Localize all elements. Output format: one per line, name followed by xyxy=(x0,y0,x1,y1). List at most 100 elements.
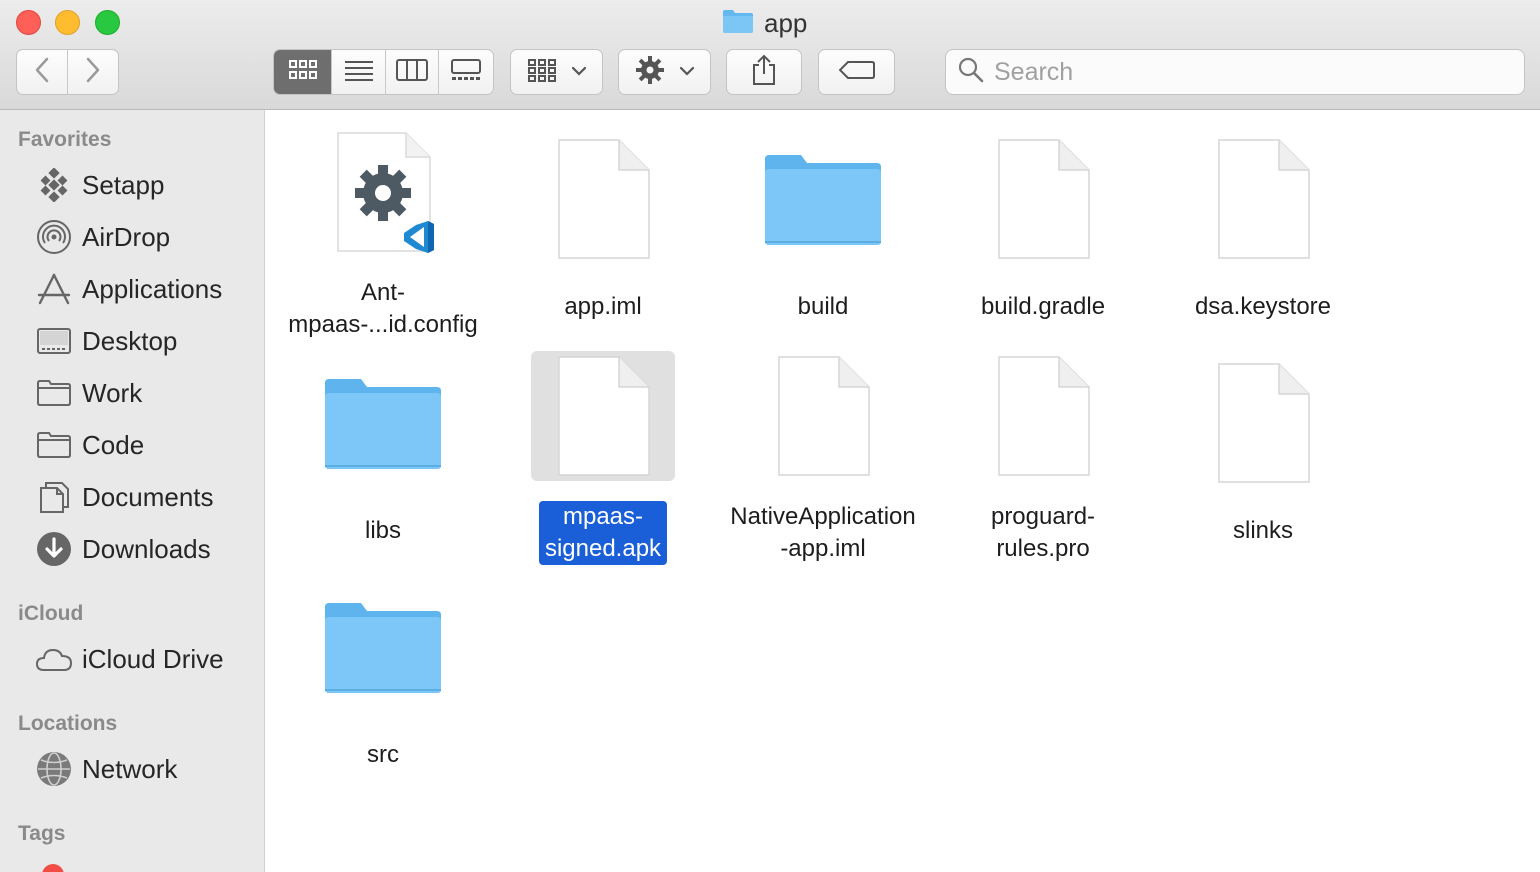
sidebar-section-tags: Tags xyxy=(18,822,66,845)
view-mode-control xyxy=(273,49,494,95)
sidebar-item-work[interactable]: Work xyxy=(34,371,142,415)
setapp-icon xyxy=(34,165,74,205)
folder-icon xyxy=(311,351,455,495)
tag-icon xyxy=(838,60,875,85)
folder-icon xyxy=(34,425,74,465)
sidebar-item-code[interactable]: Code xyxy=(34,423,144,467)
file-name: libs xyxy=(364,517,401,544)
group-by-button[interactable] xyxy=(510,49,603,95)
file-item[interactable]: dsa.keystore xyxy=(1153,117,1373,341)
gallery-view-button[interactable] xyxy=(439,50,493,94)
back-button[interactable] xyxy=(17,50,68,94)
document-icon xyxy=(531,351,675,481)
sidebar-section-icloud: iCloud xyxy=(18,602,84,625)
minimize-button[interactable] xyxy=(55,10,80,35)
folder-icon xyxy=(751,127,895,271)
folder-icon xyxy=(34,373,74,413)
file-name: mpaas- signed.apk xyxy=(538,501,668,565)
folder-icon xyxy=(311,575,455,719)
file-name: NativeApplication -app.iml xyxy=(730,503,916,562)
chevron-left-icon xyxy=(34,57,50,88)
sidebar-item-label: Setapp xyxy=(82,169,165,200)
sidebar-item-label: Code xyxy=(82,429,145,460)
search-input[interactable] xyxy=(994,57,1514,87)
window-title-text: app xyxy=(764,7,808,38)
list-view-icon xyxy=(344,59,374,86)
action-menu-button[interactable] xyxy=(618,49,711,95)
chevron-down-icon xyxy=(679,63,695,81)
icon-view-icon xyxy=(288,59,318,86)
close-button[interactable] xyxy=(16,10,41,35)
sidebar-item-desktop[interactable]: Desktop xyxy=(34,319,177,363)
file-name: build.gradle xyxy=(980,293,1106,320)
sidebar-item-setapp[interactable]: Setapp xyxy=(34,163,164,207)
document-icon xyxy=(971,127,1115,271)
file-name: app.iml xyxy=(564,293,642,320)
file-item[interactable]: proguard- rules.pro xyxy=(933,341,1153,565)
documents-icon xyxy=(34,477,74,517)
search-field[interactable] xyxy=(945,49,1525,95)
file-item[interactable]: src xyxy=(273,565,493,789)
share-button[interactable] xyxy=(726,49,802,95)
cloud-icon xyxy=(34,639,74,679)
window-title: app xyxy=(722,8,807,38)
sidebar-item-downloads[interactable]: Downloads xyxy=(34,527,211,571)
icon-view-button[interactable] xyxy=(274,50,332,94)
applications-icon xyxy=(34,269,74,309)
file-grid: Ant- mpaas-...id.config app.iml build bu… xyxy=(266,110,1540,872)
zoom-button[interactable] xyxy=(95,10,120,35)
sidebar-section-favorites: Favorites xyxy=(18,128,112,151)
tag-color-dot[interactable] xyxy=(42,864,64,872)
sidebar-item-label: Network xyxy=(82,753,178,784)
document-icon xyxy=(531,127,675,271)
sidebar-item-label: iCloud Drive xyxy=(82,643,224,674)
sidebar: Favorites Setapp AirDrop Applications De… xyxy=(0,110,265,872)
sidebar-item-documents[interactable]: Documents xyxy=(34,475,214,519)
chevron-down-icon xyxy=(571,63,587,81)
sidebar-item-applications[interactable]: Applications xyxy=(34,267,222,311)
finder-window: app Search Favorites Setapp AirDrop Appl… xyxy=(0,0,1540,872)
chevron-right-icon xyxy=(85,57,101,88)
file-item[interactable]: build.gradle xyxy=(933,117,1153,341)
folder-icon xyxy=(722,8,754,39)
file-item-selected[interactable]: mpaas- signed.apk xyxy=(493,341,713,565)
document-icon xyxy=(1191,127,1335,271)
network-icon xyxy=(34,749,74,789)
config-file-icon xyxy=(311,127,455,257)
sidebar-item-label: Work xyxy=(82,377,143,408)
edit-tags-button[interactable] xyxy=(818,49,895,95)
file-item[interactable]: NativeApplication -app.iml xyxy=(713,341,933,565)
list-view-button[interactable] xyxy=(332,50,386,94)
sidebar-item-label: Applications xyxy=(82,273,223,304)
file-name: dsa.keystore xyxy=(1194,293,1332,320)
document-icon xyxy=(971,351,1115,481)
column-view-icon xyxy=(396,58,428,86)
column-view-button[interactable] xyxy=(386,50,439,94)
desktop-icon xyxy=(34,321,74,361)
search-icon xyxy=(958,57,984,88)
file-name: Ant- mpaas-...id.config xyxy=(288,279,478,338)
file-name: src xyxy=(367,741,399,768)
file-item[interactable]: Ant- mpaas-...id.config xyxy=(273,117,493,341)
file-item[interactable]: libs xyxy=(273,341,493,565)
sidebar-item-label: AirDrop xyxy=(82,221,171,252)
sidebar-item-network[interactable]: Network xyxy=(34,747,177,791)
file-name: build xyxy=(797,293,849,320)
toolbar: app xyxy=(0,0,1540,110)
sidebar-item-airdrop[interactable]: AirDrop xyxy=(34,215,170,259)
document-icon xyxy=(751,351,895,481)
share-icon xyxy=(751,54,777,91)
file-item[interactable]: build xyxy=(713,117,933,341)
airdrop-icon xyxy=(34,217,74,257)
navigation-buttons xyxy=(16,49,119,95)
sidebar-section-locations: Locations xyxy=(18,712,118,735)
sidebar-item-label: Documents xyxy=(82,481,214,512)
gear-icon xyxy=(635,55,665,90)
file-item[interactable]: slinks xyxy=(1153,341,1373,565)
sidebar-item-icloud-drive[interactable]: iCloud Drive xyxy=(34,637,224,681)
forward-button[interactable] xyxy=(68,50,118,94)
downloads-icon xyxy=(34,529,74,569)
file-item[interactable]: app.iml xyxy=(493,117,713,341)
sidebar-item-label: Desktop xyxy=(82,325,178,356)
file-name: proguard- rules.pro xyxy=(990,503,1096,562)
